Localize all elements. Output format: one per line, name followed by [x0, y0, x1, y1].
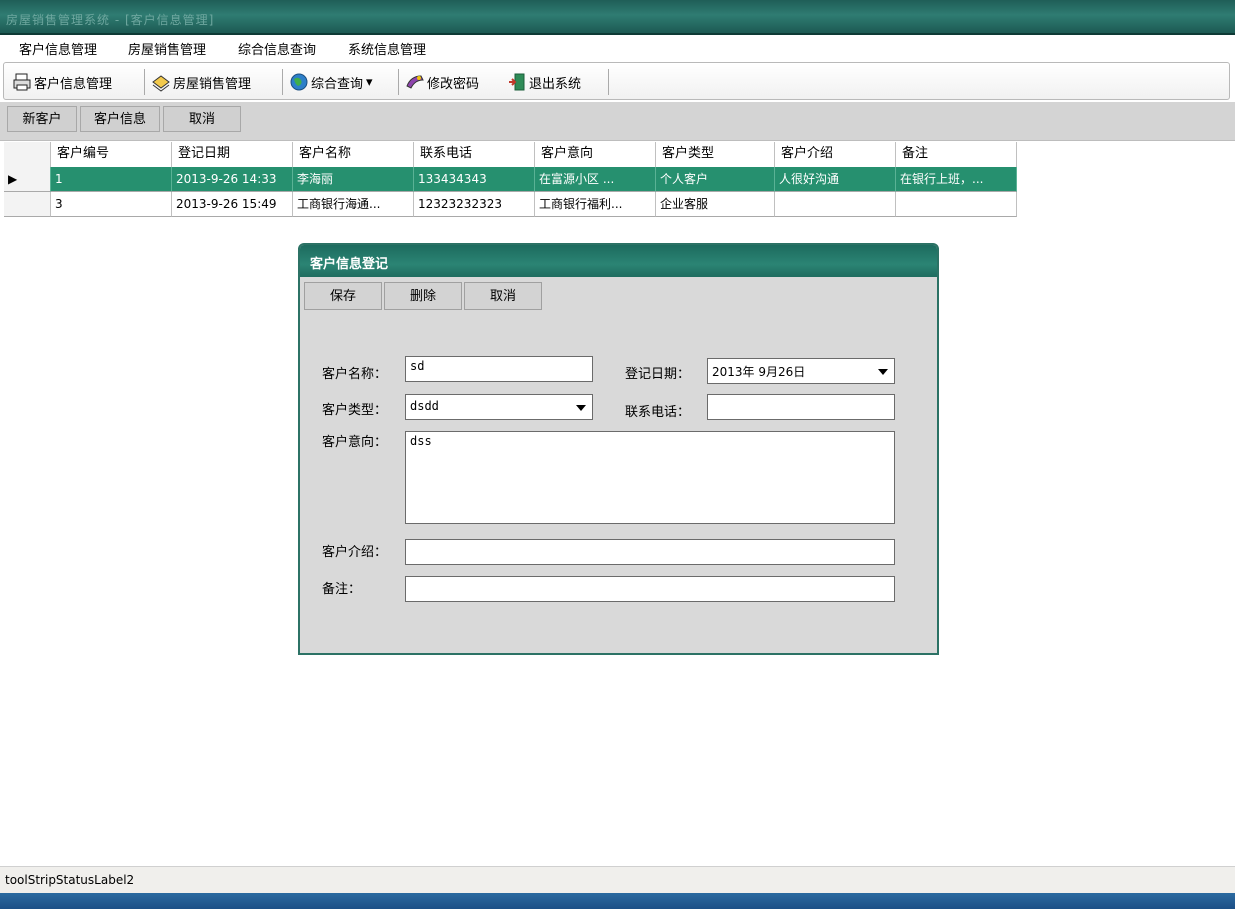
column-header[interactable]: 客户类型	[656, 142, 775, 167]
delete-button[interactable]: 删除	[384, 282, 462, 310]
table-cell[interactable]: 在富源小区 ...	[535, 167, 656, 192]
customer-intent-textarea[interactable]: dss	[405, 431, 895, 524]
customer-info-button[interactable]: 客户信息	[80, 106, 160, 132]
table-cell[interactable]: 李海丽	[293, 167, 414, 192]
toolbar-exit-button[interactable]: 退出系统	[507, 71, 581, 93]
status-label: toolStripStatusLabel2	[5, 873, 135, 887]
tray-icon	[152, 75, 170, 92]
toolbar-query-button[interactable]: 综合查询 ▾	[289, 71, 373, 93]
customer-intro-label: 客户介绍：	[322, 545, 388, 560]
remark-input[interactable]	[405, 576, 895, 602]
table-cell[interactable]: 2013-9-26 14:33	[172, 167, 293, 192]
action-bar: 新客户 客户信息 取消	[0, 102, 1235, 141]
toolbar-customer-info-button[interactable]: 客户信息管理	[12, 71, 112, 93]
cancel-action-button[interactable]: 取消	[163, 106, 241, 132]
customer-grid[interactable]: 客户编号 登记日期 客户名称 联系电话 客户意向 客户类型 客户介绍 备注 ▶ …	[4, 142, 1017, 222]
table-cell[interactable]: 1	[51, 167, 172, 192]
table-cell[interactable]: 企业客服	[656, 192, 775, 217]
column-header[interactable]: 客户名称	[293, 142, 414, 167]
status-bar: toolStripStatusLabel2	[0, 866, 1235, 894]
customer-type-select[interactable]: dsdd	[405, 394, 593, 420]
column-header[interactable]: 客户编号	[51, 142, 172, 167]
remark-label: 备注：	[322, 582, 362, 597]
customer-registration-dialog: 客户信息登记 保存 删除 取消 客户名称： sd 登记日期： 2013年 9月2…	[298, 243, 939, 655]
table-cell[interactable]: 工商银行海通...	[293, 192, 414, 217]
column-header[interactable]: 备注	[896, 142, 1017, 167]
cancel-button[interactable]: 取消	[464, 282, 542, 310]
customer-name-label: 客户名称：	[322, 367, 388, 382]
column-header[interactable]: 客户意向	[535, 142, 656, 167]
customer-name-input[interactable]: sd	[405, 356, 593, 382]
grid-header: 客户编号 登记日期 客户名称 联系电话 客户意向 客户类型 客户介绍 备注	[4, 142, 1017, 168]
table-row[interactable]: 3 2013-9-26 15:49 工商银行海通... 12323232323 …	[4, 192, 1017, 217]
column-header[interactable]: 客户介绍	[775, 142, 896, 167]
window-title: 房屋销售管理系统 - [客户信息管理]	[6, 13, 215, 27]
phone-label: 联系电话：	[625, 405, 691, 420]
chevron-down-icon[interactable]: ▾	[366, 75, 373, 90]
menu-query[interactable]: 综合信息查询	[238, 39, 316, 58]
phone-input[interactable]	[707, 394, 895, 420]
menu-customer-info[interactable]: 客户信息管理	[19, 39, 97, 58]
table-cell[interactable]: 2013-9-26 15:49	[172, 192, 293, 217]
table-cell[interactable]: 12323232323	[414, 192, 535, 217]
os-taskbar[interactable]	[0, 893, 1235, 909]
new-customer-button[interactable]: 新客户	[7, 106, 77, 132]
table-cell[interactable]: 3	[51, 192, 172, 217]
chevron-down-icon[interactable]	[878, 369, 888, 375]
save-button[interactable]: 保存	[304, 282, 382, 310]
toolbar: 客户信息管理 房屋销售管理 综合查询 ▾ 修改密码 退出系统	[3, 62, 1230, 100]
menu-bar: 客户信息管理 房屋销售管理 综合信息查询 系统信息管理	[0, 35, 1235, 61]
customer-intent-label: 客户意向：	[322, 435, 388, 450]
table-row[interactable]: ▶ 1 2013-9-26 14:33 李海丽 133434343 在富源小区 …	[4, 167, 1017, 192]
column-header[interactable]: 登记日期	[172, 142, 293, 167]
table-cell[interactable]	[775, 192, 896, 217]
row-selector-icon[interactable]: ▶	[4, 167, 51, 192]
register-date-picker[interactable]: 2013年 9月26日	[707, 358, 895, 384]
register-date-label: 登记日期：	[625, 367, 691, 382]
window-title-bar[interactable]: 房屋销售管理系统 - [客户信息管理]	[0, 0, 1235, 35]
table-cell[interactable]: 个人客户	[656, 167, 775, 192]
table-cell[interactable]	[896, 192, 1017, 217]
table-cell[interactable]: 133434343	[414, 167, 535, 192]
toolbar-house-sales-button[interactable]: 房屋销售管理	[151, 71, 251, 93]
table-cell[interactable]: 在银行上班，...	[896, 167, 1017, 192]
table-cell[interactable]: 人很好沟通	[775, 167, 896, 192]
menu-system[interactable]: 系统信息管理	[348, 39, 426, 58]
customer-intro-input[interactable]	[405, 539, 895, 565]
menu-house-sales[interactable]: 房屋销售管理	[128, 39, 206, 58]
table-cell[interactable]: 工商银行福利...	[535, 192, 656, 217]
toolbar-change-password-button[interactable]: 修改密码	[405, 71, 479, 93]
exit-door-icon	[509, 73, 525, 91]
printer-icon	[13, 73, 31, 91]
key-icon	[406, 75, 424, 89]
chevron-down-icon[interactable]	[576, 405, 586, 411]
column-header[interactable]: 联系电话	[414, 142, 535, 167]
globe-icon	[290, 73, 308, 91]
dialog-title[interactable]: 客户信息登记	[300, 245, 937, 277]
customer-type-label: 客户类型：	[322, 403, 388, 418]
